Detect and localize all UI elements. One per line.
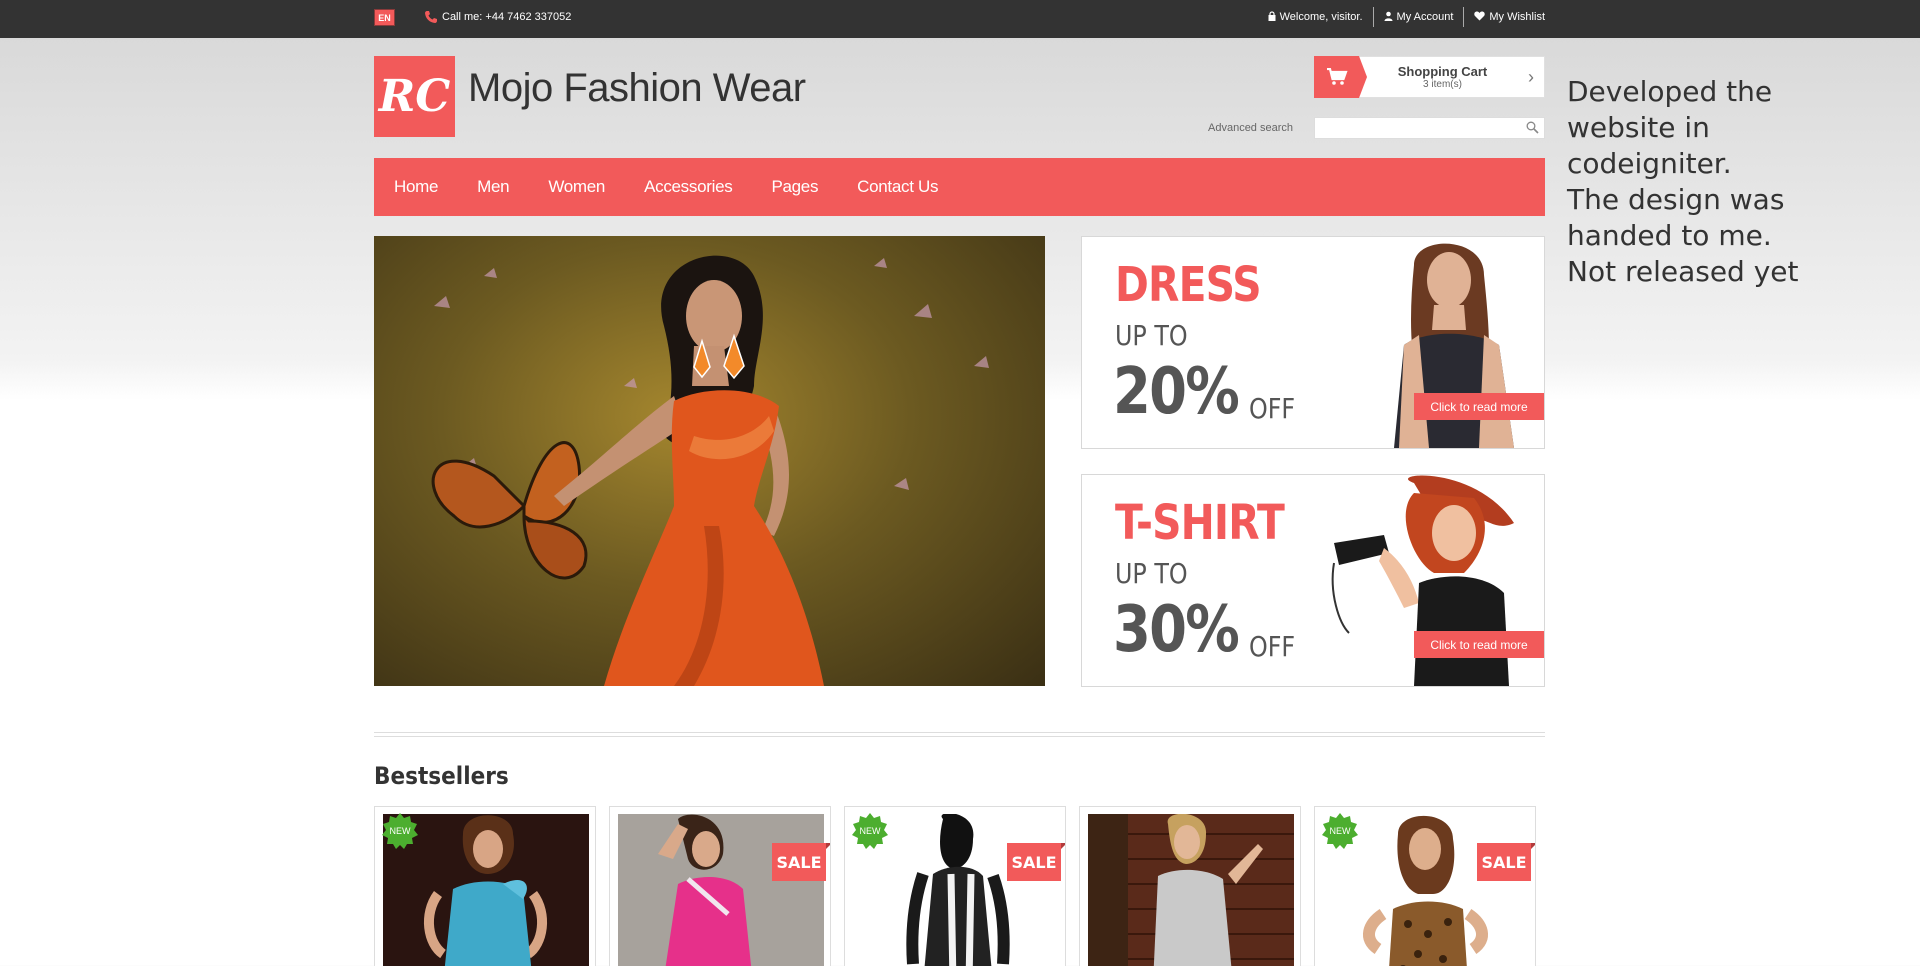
my-account-link[interactable]: My Account (1374, 11, 1464, 24)
my-wishlist-link[interactable]: My Wishlist (1464, 11, 1545, 24)
nav-pages[interactable]: Pages (771, 177, 818, 197)
my-wishlist-label: My Wishlist (1489, 11, 1545, 23)
nav-men[interactable]: Men (477, 177, 509, 197)
side-note-line: Not released yet (1567, 255, 1799, 288)
sale-badge: SALE (1477, 843, 1535, 881)
main-nav: Home Men Women Accessories Pages Contact… (374, 158, 1545, 216)
search-input[interactable] (1315, 118, 1515, 138)
side-note-line: codeigniter. (1567, 147, 1732, 180)
welcome-label: Welcome, visitor. (1279, 11, 1363, 23)
sale-badge: SALE (1007, 843, 1065, 881)
product-image (618, 814, 824, 966)
new-badge-label: NEW (860, 826, 882, 836)
promo-percent: 20% (1113, 355, 1240, 429)
product-card[interactable]: NEW (374, 806, 596, 966)
new-badge-label: NEW (390, 826, 412, 836)
new-badge-label: NEW (1330, 826, 1352, 836)
language-selector[interactable]: EN (374, 9, 395, 26)
promo-title: T-SHIRT (1115, 495, 1285, 551)
logo[interactable]: RC (374, 56, 455, 137)
read-more-button[interactable]: Click to read more (1414, 631, 1544, 658)
product-card[interactable]: SALE (609, 806, 831, 966)
site-title[interactable]: Mojo Fashion Wear (468, 66, 806, 111)
cart-item-count: 3 item(s) (1423, 79, 1462, 90)
nav-home[interactable]: Home (394, 177, 438, 197)
cart-summary: Shopping Cart 3 item(s) (1359, 64, 1518, 90)
promo-upto: UP TO (1115, 319, 1188, 352)
section-divider (374, 732, 1545, 737)
phone-icon (424, 10, 438, 24)
sale-badge: SALE (772, 843, 830, 881)
chevron-right-icon: › (1528, 66, 1534, 87)
side-note-line: handed to me. (1567, 219, 1772, 252)
product-list: NEW SALE NEW SALE NEW SALE (374, 806, 1536, 966)
hero-slider-image[interactable] (374, 236, 1045, 686)
product-image (1088, 814, 1294, 966)
nav-accessories[interactable]: Accessories (644, 177, 733, 197)
product-card[interactable] (1079, 806, 1301, 966)
call-info: Call me: +44 7462 337052 (424, 10, 571, 24)
search-icon[interactable] (1526, 121, 1539, 139)
cart-icon (1314, 55, 1367, 98)
advanced-search-link[interactable]: Advanced search (1208, 122, 1293, 134)
promo-banner-dress[interactable]: DRESS UP TO 20% OFF Click to read more (1081, 236, 1545, 449)
lock-icon (1268, 10, 1276, 24)
side-note: Developed the website in codeigniter. Th… (1567, 74, 1897, 290)
side-note-line: Developed the (1567, 75, 1773, 108)
promo-off: OFF (1249, 392, 1296, 425)
welcome-text: Welcome, visitor. (1258, 10, 1373, 24)
promo-off: OFF (1249, 630, 1296, 663)
new-badge: NEW (382, 813, 418, 849)
user-icon (1384, 11, 1393, 24)
new-badge: NEW (1322, 813, 1358, 849)
nav-contact-us[interactable]: Contact Us (857, 177, 938, 197)
search-box (1314, 117, 1545, 139)
promo-percent: 30% (1113, 593, 1240, 667)
bestsellers-heading: Bestsellers (374, 762, 509, 790)
shopping-cart-button[interactable]: Shopping Cart 3 item(s) › (1314, 55, 1545, 98)
top-bar: EN Call me: +44 7462 337052 Welcome, vis… (0, 0, 1920, 38)
cart-title: Shopping Cart (1397, 64, 1488, 79)
call-text: Call me: +44 7462 337052 (442, 11, 572, 23)
product-card[interactable]: NEW SALE (844, 806, 1066, 966)
promo-banner-tshirt[interactable]: T-SHIRT UP TO 30% OFF Click to read more (1081, 474, 1545, 687)
my-account-label: My Account (1396, 11, 1454, 23)
side-note-line: The design was (1567, 183, 1785, 216)
product-card[interactable]: NEW SALE (1314, 806, 1536, 966)
promo-title: DRESS (1115, 257, 1262, 313)
nav-women[interactable]: Women (548, 177, 605, 197)
heart-icon (1474, 11, 1486, 24)
promo-upto: UP TO (1115, 557, 1188, 590)
side-note-line: website in (1567, 111, 1710, 144)
new-badge: NEW (852, 813, 888, 849)
read-more-button[interactable]: Click to read more (1414, 393, 1544, 420)
top-links: Welcome, visitor. My Account My Wishlist (1258, 7, 1545, 27)
